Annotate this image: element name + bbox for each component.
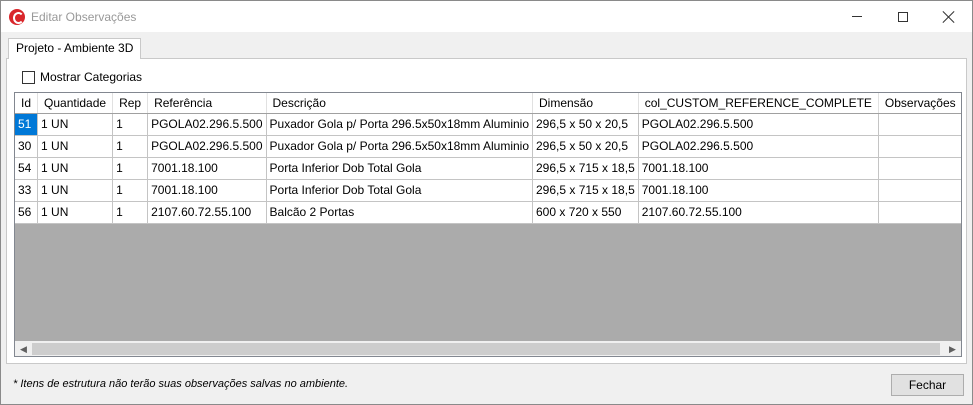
checkbox-label: Mostrar Categorias [40,70,143,84]
cell-custom-reference[interactable]: PGOLA02.296.5.500 [638,113,879,136]
scrollbar-thumb[interactable] [32,343,940,355]
table-row[interactable]: 33 1 UN 1 7001.18.100 Porta Inferior Dob… [15,179,961,202]
horizontal-scrollbar[interactable]: ◀ ▶ [15,341,961,356]
close-icon [943,11,955,23]
cell-id[interactable]: 51 [15,113,39,136]
cell-observacoes[interactable] [878,179,961,202]
cell-referencia[interactable]: 2107.60.72.55.100 [147,201,267,224]
table-row[interactable]: 30 1 UN 1 PGOLA02.296.5.500 Puxador Gola… [15,135,961,158]
header-row: Id Quantidade Rep Referência Descrição D… [15,93,961,114]
cell-custom-reference[interactable]: PGOLA02.296.5.500 [638,135,879,158]
cell-descricao[interactable]: Porta Inferior Dob Total Gola [266,157,534,180]
cell-id[interactable]: 30 [15,135,39,158]
cell-rep[interactable]: 1 [112,135,149,158]
table-row[interactable]: 51 1 UN 1 PGOLA02.296.5.500 Puxador Gola… [15,113,961,136]
cell-dimensao[interactable]: 296,5 x 50 x 20,5 [532,135,639,158]
cell-observacoes[interactable] [878,113,961,136]
cell-descricao[interactable]: Porta Inferior Dob Total Gola [266,179,534,202]
data-table: Id Quantidade Rep Referência Descrição D… [15,93,961,224]
cell-id[interactable]: 33 [15,179,39,202]
column-header-referencia[interactable]: Referência [147,93,267,114]
cell-id[interactable]: 54 [15,157,39,180]
cell-observacoes[interactable] [878,135,961,158]
window-title: Editar Observações [31,10,137,24]
cell-id[interactable]: 56 [15,201,39,224]
column-header-dimensao[interactable]: Dimensão [532,93,639,114]
cell-quantidade[interactable]: 1 UN [37,157,114,180]
minimize-button[interactable] [834,1,880,32]
column-header-id[interactable]: Id [15,93,39,114]
column-header-quantidade[interactable]: Quantidade [37,93,114,114]
minimize-icon [852,16,862,17]
show-categories-checkbox[interactable]: Mostrar Categorias [22,70,142,84]
cell-quantidade[interactable]: 1 UN [37,201,114,224]
tab-projeto-ambiente-3d[interactable]: Projeto - Ambiente 3D [8,38,142,59]
cell-descricao[interactable]: Balcão 2 Portas [266,201,534,224]
cell-quantidade[interactable]: 1 UN [37,179,114,202]
table-row[interactable]: 54 1 UN 1 7001.18.100 Porta Inferior Dob… [15,157,961,180]
cell-referencia[interactable]: 7001.18.100 [147,157,267,180]
app-logo-icon [9,9,25,25]
cell-quantidade[interactable]: 1 UN [37,135,114,158]
cell-referencia[interactable]: PGOLA02.296.5.500 [147,135,267,158]
cell-referencia[interactable]: PGOLA02.296.5.500 [147,113,267,136]
scroll-right-icon[interactable]: ▶ [944,341,961,356]
edit-observations-window: Editar Observações Projeto - Ambiente 3D… [0,0,973,405]
cell-rep[interactable]: 1 [112,179,149,202]
cell-custom-reference[interactable]: 7001.18.100 [638,179,879,202]
footnote: * Itens de estrutura não terão suas obse… [13,378,349,390]
cell-rep[interactable]: 1 [112,113,149,136]
cell-custom-reference[interactable]: 7001.18.100 [638,157,879,180]
cell-rep[interactable]: 1 [112,201,149,224]
column-header-rep[interactable]: Rep [112,93,149,114]
column-header-custom-reference[interactable]: col_CUSTOM_REFERENCE_COMPLETE [638,93,879,114]
cell-custom-reference[interactable]: 2107.60.72.55.100 [638,201,879,224]
column-header-observacoes[interactable]: Observações [878,93,961,114]
close-window-button[interactable] [926,1,972,32]
cell-observacoes[interactable] [878,201,961,224]
checkbox-box[interactable] [22,70,35,84]
cell-descricao[interactable]: Puxador Gola p/ Porta 296.5x50x18mm Alum… [266,113,534,136]
cell-dimensao[interactable]: 296,5 x 715 x 18,5 [532,179,639,202]
cell-quantidade[interactable]: 1 UN [37,113,114,136]
cell-descricao[interactable]: Puxador Gola p/ Porta 296.5x50x18mm Alum… [266,135,534,158]
cell-dimensao[interactable]: 296,5 x 50 x 20,5 [532,113,639,136]
cell-dimensao[interactable]: 600 x 720 x 550 [532,201,639,224]
cell-dimensao[interactable]: 296,5 x 715 x 18,5 [532,157,639,180]
observations-grid: Id Quantidade Rep Referência Descrição D… [14,92,962,357]
close-button[interactable]: Fechar [891,374,964,396]
cell-rep[interactable]: 1 [112,157,149,180]
column-header-descricao[interactable]: Descrição [266,93,534,114]
scroll-left-icon[interactable]: ◀ [15,341,32,356]
title-bar[interactable]: Editar Observações [1,1,972,32]
cell-observacoes[interactable] [878,157,961,180]
table-row[interactable]: 56 1 UN 1 2107.60.72.55.100 Balcão 2 Por… [15,201,961,224]
maximize-icon [898,11,908,22]
maximize-button[interactable] [880,1,926,32]
cell-referencia[interactable]: 7001.18.100 [147,179,267,202]
